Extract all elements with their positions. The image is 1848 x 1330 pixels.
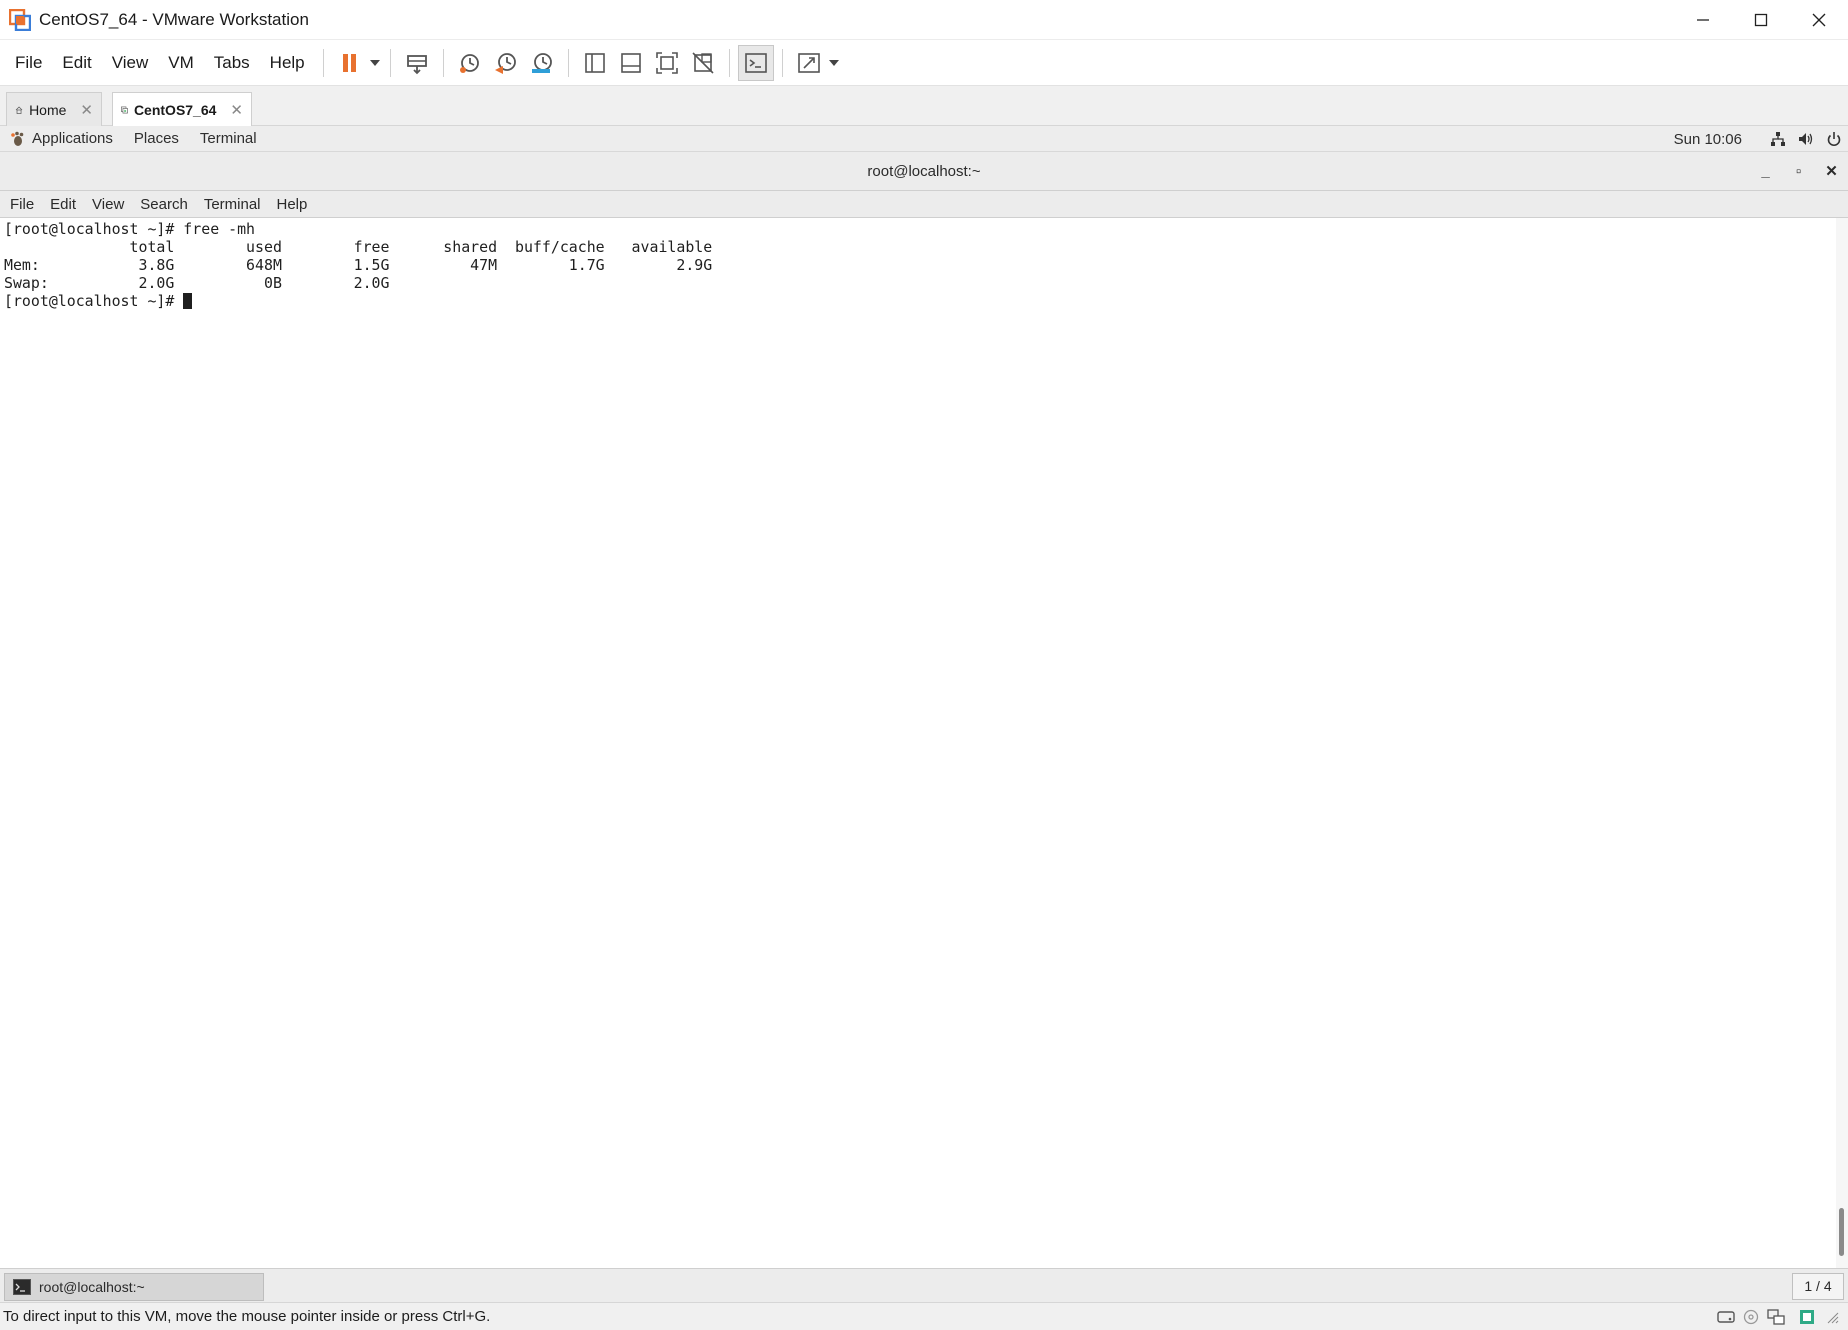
window-titlebar: CentOS7_64 - VMware Workstation — [0, 0, 1848, 40]
library-view-icon[interactable] — [577, 45, 613, 81]
vm-tabstrip: Home ✕ CentOS7_64 ✕ — [0, 86, 1848, 126]
panel-clock[interactable]: Sun 10:06 — [1674, 131, 1742, 148]
terminal-prompt: [root@localhost ~]# — [4, 292, 184, 310]
gnome-foot-icon — [11, 131, 24, 146]
pause-icon[interactable] — [332, 45, 368, 81]
snapshot-icon[interactable] — [452, 45, 488, 81]
terminal-prompt-line: [root@localhost ~]# — [4, 292, 1836, 310]
terminal-menubar: File Edit View Search Terminal Help — [0, 191, 1848, 218]
taskbar-terminal-label: root@localhost:~ — [39, 1279, 145, 1295]
terminal-output[interactable]: [root@localhost ~]# free -mh total used … — [0, 218, 1836, 1268]
maximize-icon[interactable] — [1732, 0, 1790, 40]
hard-disk-icon[interactable] — [1713, 1309, 1738, 1325]
terminal-menu-edit[interactable]: Edit — [42, 196, 84, 213]
terminal-icon — [13, 1279, 31, 1295]
terminal-cursor — [183, 293, 193, 309]
tab-centos7-64-label: CentOS7_64 — [133, 101, 217, 118]
terminal-line: [root@localhost ~]# free -mh — [4, 220, 256, 238]
pause-dropdown-icon[interactable] — [368, 59, 382, 66]
message-icon[interactable] — [1794, 1309, 1819, 1325]
power-icon[interactable] — [1820, 131, 1848, 147]
console-view-icon[interactable] — [737, 44, 774, 81]
tab-home-label: Home — [29, 101, 67, 118]
terminal-menu-terminal[interactable]: Terminal — [196, 196, 269, 213]
menu-tabs[interactable]: Tabs — [204, 53, 260, 73]
applications-menu[interactable]: Applications — [10, 130, 113, 147]
toolbar-separator — [322, 48, 324, 77]
terminal-line: total used free shared buff/cache availa… — [4, 238, 713, 256]
snapshot-manager-icon[interactable] — [524, 45, 560, 81]
terminal-menu[interactable]: Terminal — [200, 130, 257, 147]
gnome-taskbar: root@localhost:~ 1 / 4 — [0, 1268, 1848, 1302]
terminal-close-icon[interactable]: ✕ — [1815, 152, 1848, 191]
taskbar-terminal-button[interactable]: root@localhost:~ — [4, 1273, 264, 1301]
terminal-line: Mem: 3.8G 648M 1.5G 47M 1.7G 2.9G — [4, 256, 713, 274]
terminal-titlebar: root@localhost:~ _ ▫ ✕ — [0, 152, 1848, 191]
terminal-menu-view[interactable]: View — [84, 196, 132, 213]
workspace-indicator[interactable]: 1 / 4 — [1792, 1273, 1844, 1300]
menu-help[interactable]: Help — [260, 53, 315, 73]
send-ctrl-alt-del-icon[interactable] — [399, 45, 435, 81]
gnome-top-panel: Applications Places Terminal Sun 10:06 — [0, 126, 1848, 152]
status-bar: To direct input to this VM, move the mou… — [0, 1302, 1848, 1330]
menu-view[interactable]: View — [102, 53, 159, 73]
stretch-dropdown-icon[interactable] — [827, 59, 841, 66]
window-title: CentOS7_64 - VMware Workstation — [39, 9, 309, 29]
terminal-menu-help[interactable]: Help — [269, 196, 316, 213]
menu-vm[interactable]: VM — [158, 53, 204, 73]
tab-centos7-64[interactable]: CentOS7_64 ✕ — [112, 92, 252, 126]
network-adapter-icon[interactable] — [1763, 1309, 1788, 1325]
thumbnail-view-icon[interactable] — [613, 45, 649, 81]
tab-home-close-icon[interactable]: ✕ — [80, 101, 93, 119]
home-icon — [15, 105, 23, 114]
menu-file[interactable]: File — [5, 53, 52, 73]
unity-icon[interactable] — [685, 45, 721, 81]
close-icon[interactable] — [1790, 0, 1848, 40]
revert-snapshot-icon[interactable] — [488, 45, 524, 81]
volume-icon[interactable] — [1792, 131, 1820, 147]
network-icon[interactable] — [1764, 131, 1792, 147]
terminal-menu-file[interactable]: File — [2, 196, 42, 213]
cd-dvd-icon[interactable] — [1738, 1309, 1763, 1325]
menubar: File Edit View VM Tabs Help — [0, 40, 1848, 86]
menu-edit[interactable]: Edit — [52, 53, 101, 73]
tab-centos7-64-close-icon[interactable]: ✕ — [230, 101, 243, 119]
places-menu[interactable]: Places — [134, 130, 179, 147]
minimize-icon[interactable] — [1674, 0, 1732, 40]
terminal-maximize-icon[interactable]: ▫ — [1782, 152, 1815, 191]
terminal-scrollbar[interactable] — [1836, 218, 1848, 1268]
status-message: To direct input to this VM, move the mou… — [3, 1308, 491, 1325]
tab-home[interactable]: Home ✕ — [6, 92, 102, 126]
terminal-title: root@localhost:~ — [867, 163, 981, 180]
terminal-minimize-icon[interactable]: _ — [1749, 152, 1782, 191]
applications-label: Applications — [32, 130, 113, 147]
full-screen-icon[interactable] — [649, 45, 685, 81]
terminal-line: Swap: 2.0G 0B 2.0G — [4, 274, 390, 292]
vm-tab-icon — [121, 106, 128, 113]
resize-grip-icon[interactable] — [1819, 1310, 1844, 1324]
stretch-guest-icon[interactable] — [791, 45, 827, 81]
vmware-logo-icon — [8, 8, 32, 31]
terminal-menu-search[interactable]: Search — [132, 196, 196, 213]
scrollbar-thumb[interactable] — [1839, 1208, 1844, 1256]
